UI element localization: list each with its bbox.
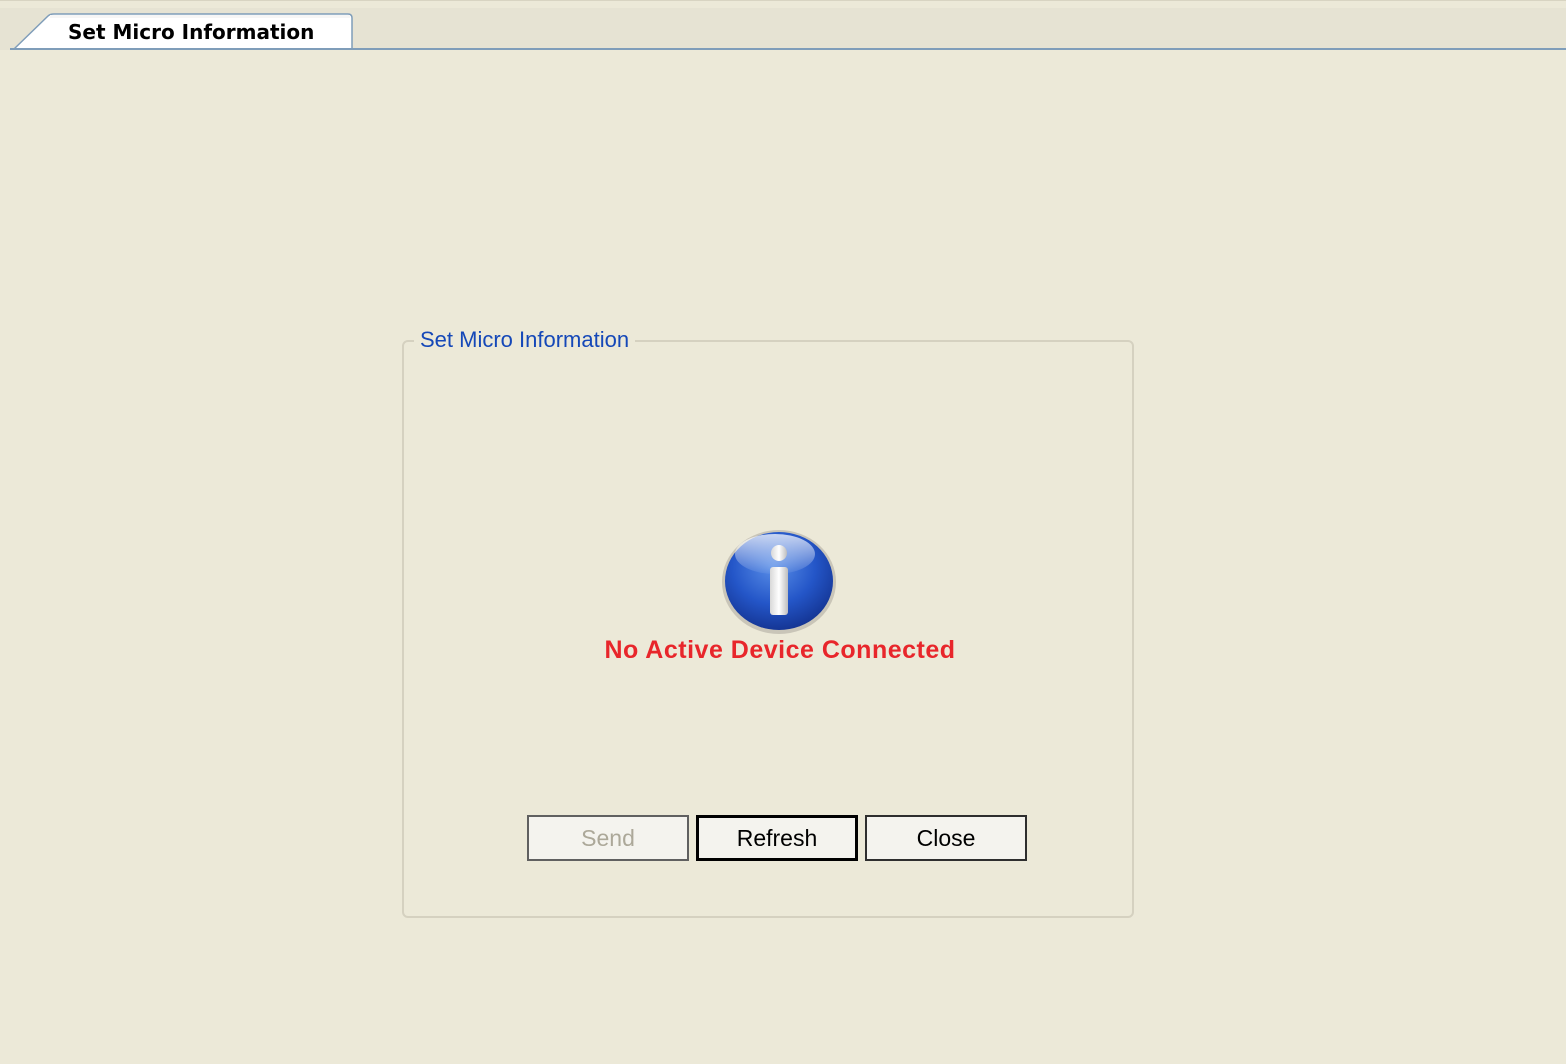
tab-set-micro-information[interactable]: Set Micro Information <box>14 13 354 50</box>
information-icon <box>720 526 838 636</box>
send-button[interactable]: Send <box>527 815 689 861</box>
tab-label: Set Micro Information <box>68 20 315 44</box>
tab-underline <box>10 48 1566 50</box>
status-message: No Active Device Connected <box>604 636 956 664</box>
close-button[interactable]: Close <box>865 815 1027 861</box>
groupbox-title: Set Micro Information <box>414 327 636 353</box>
refresh-button[interactable]: Refresh <box>696 815 858 861</box>
